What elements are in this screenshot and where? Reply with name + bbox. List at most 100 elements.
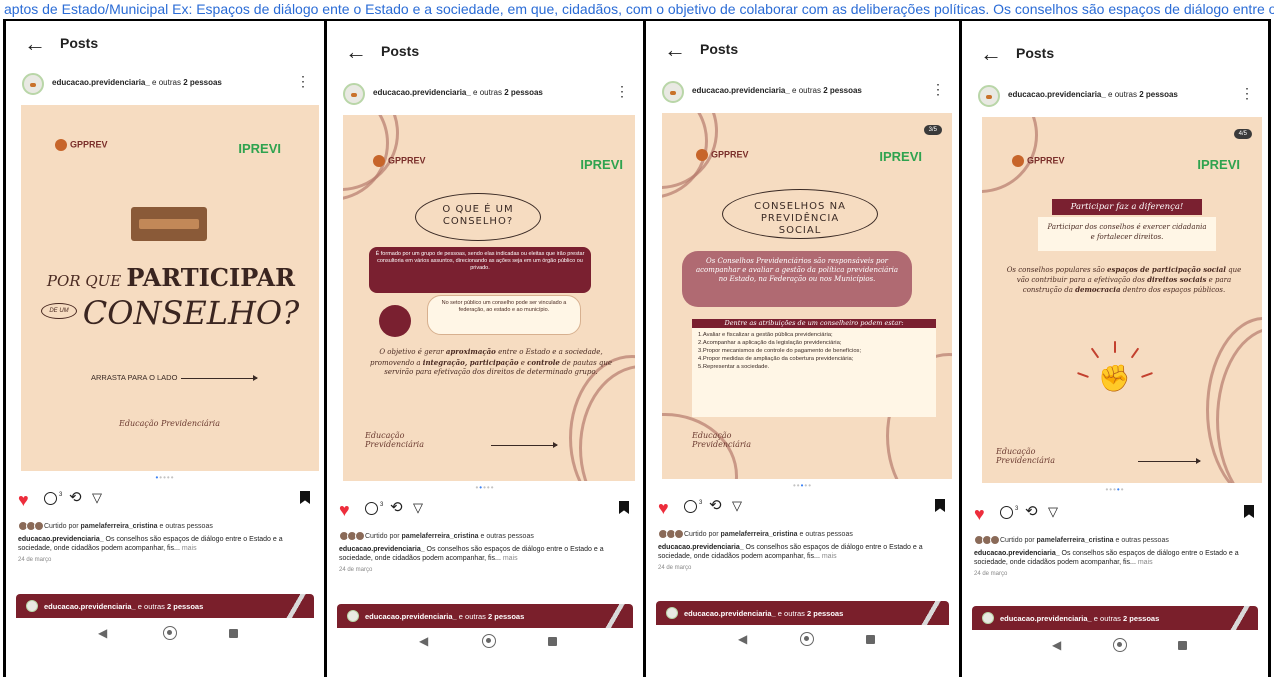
burst-ray (1130, 347, 1140, 359)
avatar[interactable] (662, 81, 684, 103)
next-post-author[interactable]: educacao.previdenciaria_ e outras 2 pess… (44, 602, 203, 611)
others-count[interactable]: 2 pessoas (183, 78, 222, 87)
post-author[interactable]: educacao.previdenciaria_ e outras 2 pess… (1008, 90, 1178, 99)
avatar[interactable] (343, 83, 365, 105)
stripe-decoration (921, 601, 943, 625)
duty-item: 4.Propor medidas de ampliação da cobertu… (698, 356, 854, 362)
comment-icon[interactable] (44, 492, 57, 505)
liked-by[interactable]: Curtido por pamelaferreira_cristina e ou… (658, 529, 951, 541)
repost-icon[interactable]: ⟲ (1025, 504, 1038, 519)
nav-recents-icon[interactable] (548, 637, 557, 646)
next-post-header[interactable]: educacao.previdenciaria_ e outras 2 pess… (16, 594, 314, 618)
author-name[interactable]: educacao.previdenciaria_ (52, 78, 150, 87)
author-name[interactable]: educacao.previdenciaria_ (684, 609, 776, 618)
avatar[interactable] (982, 612, 994, 624)
liked-user[interactable]: pamelaferreira_cristina (1037, 537, 1114, 544)
next-post-author[interactable]: educacao.previdenciaria_ e outras 2 pess… (684, 609, 843, 618)
comment-icon[interactable] (1000, 506, 1013, 519)
bookmark-icon[interactable] (935, 499, 945, 512)
bookmark-icon[interactable] (300, 491, 310, 504)
nav-home-icon[interactable] (800, 632, 814, 646)
liked-by[interactable]: Curtido por pamelaferreira_cristina e ou… (339, 531, 635, 543)
others-count[interactable]: 2 pessoas (1139, 90, 1178, 99)
more-options-icon[interactable]: ⋮ (296, 73, 310, 90)
caption-account[interactable]: educacao.previdenciaria_ (974, 550, 1060, 557)
more-link[interactable]: mais (820, 553, 837, 560)
bookmark-icon[interactable] (619, 501, 629, 514)
bookmark-icon[interactable] (1244, 505, 1254, 518)
more-link[interactable]: mais (501, 555, 518, 562)
next-post-header[interactable]: educacao.previdenciaria_ e outras 2 pess… (337, 604, 633, 628)
repost-icon[interactable]: ⟲ (69, 490, 82, 505)
back-arrow-icon[interactable]: ← (24, 33, 46, 55)
comment-icon[interactable] (684, 500, 697, 513)
author-name[interactable]: educacao.previdenciaria_ (373, 88, 471, 97)
carousel-slide[interactable]: 4/5 GPPREV IPREVI Participar faz a difer… (982, 117, 1262, 483)
more-options-icon[interactable]: ⋮ (615, 83, 629, 100)
nav-recents-icon[interactable] (1178, 641, 1187, 650)
send-icon[interactable]: ▽ (92, 490, 102, 505)
comment-icon[interactable] (365, 502, 378, 515)
next-post-author[interactable]: educacao.previdenciaria_ e outras 2 pess… (365, 612, 524, 621)
repost-icon[interactable]: ⟲ (709, 498, 722, 513)
nav-back-icon[interactable]: ◀ (419, 634, 428, 648)
nav-home-icon[interactable] (163, 626, 177, 640)
like-heart-icon[interactable]: ♥ (339, 501, 350, 519)
send-icon[interactable]: ▽ (413, 500, 423, 515)
post-author[interactable]: educacao.previdenciaria_ e outras 2 pess… (373, 88, 543, 97)
more-link[interactable]: mais (1136, 559, 1153, 566)
like-heart-icon[interactable]: ♥ (658, 499, 669, 517)
author-name[interactable]: educacao.previdenciaria_ (365, 612, 457, 621)
others-count[interactable]: 2 pessoas (488, 612, 524, 621)
next-post-header[interactable]: educacao.previdenciaria_ e outras 2 pess… (656, 601, 949, 625)
caption-account[interactable]: educacao.previdenciaria_ (658, 544, 744, 551)
nav-back-icon[interactable]: ◀ (98, 626, 107, 640)
nav-back-icon[interactable]: ◀ (1052, 638, 1061, 652)
send-icon[interactable]: ▽ (1048, 504, 1058, 519)
next-post-author[interactable]: educacao.previdenciaria_ e outras 2 pess… (1000, 614, 1159, 623)
more-options-icon[interactable]: ⋮ (1240, 85, 1254, 102)
carousel-slide[interactable]: 3/5 GPPREV IPREVI CONSELHOS NA PREVIDÊNC… (662, 113, 952, 479)
others-count[interactable]: 2 pessoas (167, 602, 203, 611)
carousel-slide[interactable]: GPPREV IPREVI O QUE É UM CONSELHO? É for… (343, 115, 635, 481)
caption-account[interactable]: educacao.previdenciaria_ (18, 536, 104, 543)
like-heart-icon[interactable]: ♥ (18, 491, 29, 509)
carousel-slide[interactable]: GPPREV IPREVI POR QUE PARTICIPAR DE UM C… (21, 105, 319, 471)
send-icon[interactable]: ▽ (732, 498, 742, 513)
others-count[interactable]: 2 pessoas (807, 609, 843, 618)
liked-user[interactable]: pamelaferreira_cristina (402, 533, 479, 540)
next-post-header[interactable]: educacao.previdenciaria_ e outras 2 pess… (972, 606, 1258, 630)
avatar[interactable] (26, 600, 38, 612)
back-arrow-icon[interactable]: ← (345, 41, 367, 63)
more-options-icon[interactable]: ⋮ (931, 81, 945, 98)
more-link[interactable]: mais (180, 545, 197, 552)
nav-home-icon[interactable] (1113, 638, 1127, 652)
post-author[interactable]: educacao.previdenciaria_ e outras 2 pess… (52, 78, 222, 87)
arrow-right-icon (1138, 458, 1201, 464)
avatar[interactable] (22, 73, 44, 95)
back-arrow-icon[interactable]: ← (664, 39, 686, 61)
repost-icon[interactable]: ⟲ (390, 500, 403, 515)
avatar[interactable] (347, 610, 359, 622)
nav-recents-icon[interactable] (866, 635, 875, 644)
post-author[interactable]: educacao.previdenciaria_ e outras 2 pess… (692, 86, 862, 95)
liked-user[interactable]: pamelaferreira_cristina (81, 523, 158, 530)
others-count[interactable]: 2 pessoas (823, 86, 862, 95)
like-heart-icon[interactable]: ♥ (974, 505, 985, 523)
nav-recents-icon[interactable] (229, 629, 238, 638)
author-name[interactable]: educacao.previdenciaria_ (44, 602, 136, 611)
nav-back-icon[interactable]: ◀ (738, 632, 747, 646)
avatar[interactable] (978, 85, 1000, 107)
back-arrow-icon[interactable]: ← (980, 43, 1002, 65)
author-name[interactable]: educacao.previdenciaria_ (1000, 614, 1092, 623)
liked-user[interactable]: pamelaferreira_cristina (721, 531, 798, 538)
others-count[interactable]: 2 pessoas (1123, 614, 1159, 623)
author-name[interactable]: educacao.previdenciaria_ (1008, 90, 1106, 99)
others-count[interactable]: 2 pessoas (504, 88, 543, 97)
avatar[interactable] (666, 607, 678, 619)
caption-account[interactable]: educacao.previdenciaria_ (339, 546, 425, 553)
liked-by[interactable]: Curtido por pamelaferreira_cristina e ou… (18, 521, 316, 533)
author-name[interactable]: educacao.previdenciaria_ (692, 86, 790, 95)
liked-by[interactable]: Curtido por pamelaferreira_cristina e ou… (974, 535, 1260, 547)
nav-home-icon[interactable] (482, 634, 496, 648)
